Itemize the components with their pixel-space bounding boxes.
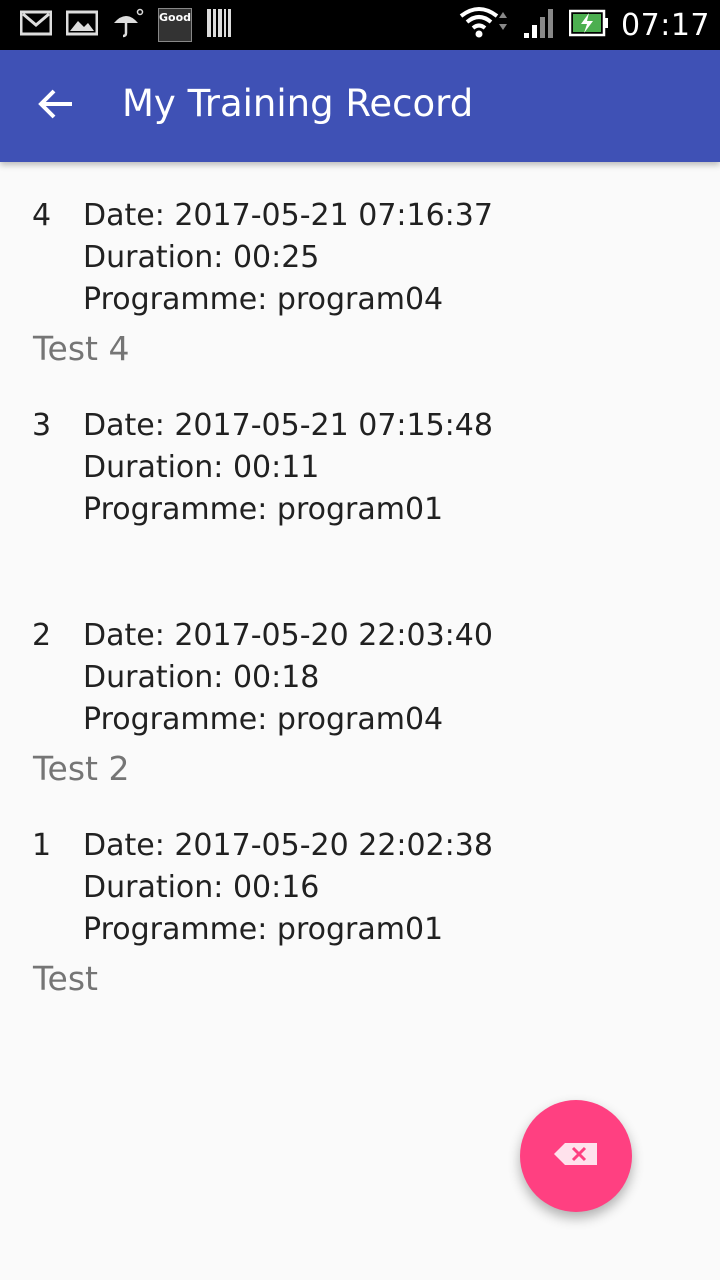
record-date: Date: 2017-05-21 07:15:48 <box>83 408 493 443</box>
system-icons: 07:17 <box>459 6 710 44</box>
record-duration: Duration: 00:25 <box>83 240 320 275</box>
record-note: Test <box>33 959 98 998</box>
record-duration: Duration: 00:18 <box>83 660 320 695</box>
app-bar: My Training Record <box>0 50 720 162</box>
arrow-back-icon <box>38 88 74 124</box>
battery-charging-icon <box>568 9 609 41</box>
record-duration: Duration: 00:11 <box>83 450 320 485</box>
record-programme: Programme: program01 <box>83 912 444 947</box>
record-index: 3 <box>32 408 52 443</box>
wifi-icon <box>459 6 511 44</box>
record-details: Date: 2017-05-21 07:15:48 Duration: 00:1… <box>83 405 493 531</box>
clock: 07:17 <box>621 7 710 43</box>
gmail-icon <box>19 10 53 40</box>
record-programme: Programme: program04 <box>83 702 444 737</box>
back-button[interactable] <box>26 76 86 136</box>
page-title: My Training Record <box>122 82 474 125</box>
clear-records-fab[interactable] <box>520 1100 632 1212</box>
good-label: Good <box>159 11 192 24</box>
record-details: Date: 2017-05-20 22:03:40 Duration: 00:1… <box>83 615 493 741</box>
record-programme: Programme: program01 <box>83 492 444 527</box>
record-programme: Programme: program04 <box>83 282 444 317</box>
record-index: 2 <box>32 618 52 653</box>
umbrella-icon <box>112 7 144 43</box>
good-app-icon: Good <box>158 8 192 42</box>
record-note: Test 4 <box>33 329 130 368</box>
barcode-icon <box>206 8 232 42</box>
record-date: Date: 2017-05-21 07:16:37 <box>83 198 493 233</box>
signal-icon <box>523 7 557 43</box>
record-index: 4 <box>32 198 52 233</box>
record-date: Date: 2017-05-20 22:02:38 <box>83 828 493 863</box>
status-bar: Good 07:17 <box>0 0 720 50</box>
record-details: Date: 2017-05-20 22:02:38 Duration: 00:1… <box>83 825 493 951</box>
record-details: Date: 2017-05-21 07:16:37 Duration: 00:2… <box>83 195 493 321</box>
notification-icons: Good <box>19 7 232 43</box>
backspace-icon <box>553 1141 599 1171</box>
image-icon <box>65 10 99 40</box>
record-index: 1 <box>32 828 52 863</box>
record-duration: Duration: 00:16 <box>83 870 320 905</box>
record-note: Test 2 <box>33 749 130 788</box>
record-date: Date: 2017-05-20 22:03:40 <box>83 618 493 653</box>
